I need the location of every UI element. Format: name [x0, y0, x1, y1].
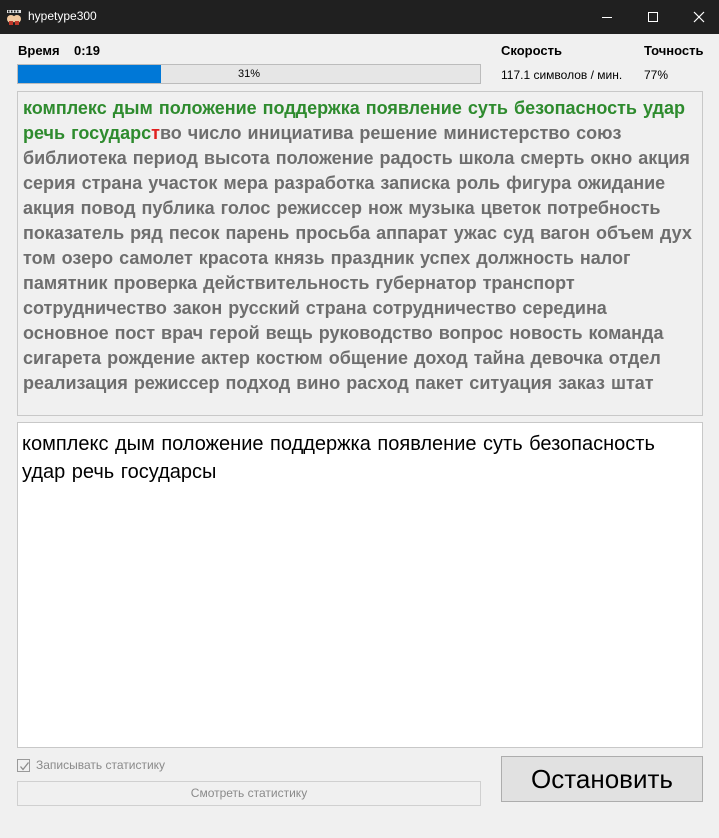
progress-text: 31%: [237, 68, 261, 80]
record-stats-label[interactable]: Записывать статистику: [36, 758, 165, 772]
accuracy-value: 77%: [644, 68, 669, 82]
typed-error-char: т: [151, 123, 160, 143]
target-text: комплекс дым положение поддержка появлен…: [23, 96, 697, 396]
minimize-button[interactable]: [584, 0, 630, 34]
close-button[interactable]: [676, 0, 719, 34]
typing-input[interactable]: комплекс дым положение поддержка появлен…: [17, 422, 703, 748]
target-text-panel: комплекс дым положение поддержка появлен…: [17, 91, 703, 416]
stop-button[interactable]: Остановить: [501, 756, 703, 802]
speed-label: Скорость: [501, 43, 562, 58]
time-value: 0:19: [74, 43, 101, 58]
maximize-button[interactable]: [630, 0, 676, 34]
record-stats-checkbox[interactable]: [17, 759, 30, 772]
title-bar[interactable]: hypetype300: [0, 0, 719, 34]
remaining-text: во число инициатива решение министерство…: [23, 123, 692, 393]
speed-value: 117.1 символов / мин.: [501, 68, 623, 82]
progress-bar: 31%: [17, 64, 481, 84]
time-label: Время: [18, 43, 60, 58]
checkmark-icon: [20, 762, 30, 771]
close-icon: [693, 11, 705, 23]
typing-input-text[interactable]: комплекс дым положение поддержка появлен…: [22, 430, 698, 486]
app-icon: [6, 10, 22, 25]
window-title: hypetype300: [28, 9, 97, 23]
minimize-icon: [602, 17, 612, 18]
maximize-icon: [648, 12, 658, 22]
view-stats-button[interactable]: Смотреть статистику: [17, 781, 481, 806]
accuracy-label: Точность: [644, 43, 704, 58]
